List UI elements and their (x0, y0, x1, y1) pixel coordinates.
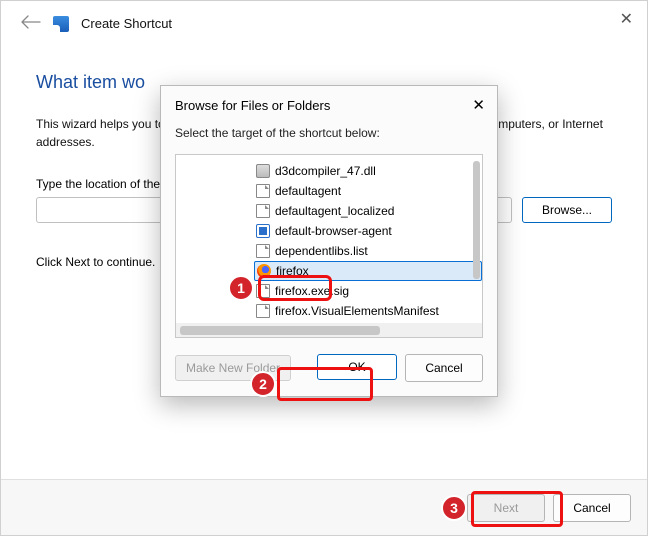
shortcut-icon (53, 16, 69, 32)
file-row[interactable]: firefox.VisualElementsManifest (256, 301, 482, 321)
file-row[interactable]: defaultagent (256, 181, 482, 201)
file-tree: d3dcompiler_47.dll defaultagent defaultage… (175, 154, 483, 338)
file-row[interactable]: dependentlibs.list (256, 241, 482, 261)
wizard-title: Create Shortcut (81, 16, 172, 31)
dialog-title: Browse for Files or Folders (175, 98, 330, 113)
file-name: default-browser-agent (275, 224, 392, 238)
cancel-button[interactable]: Cancel (553, 494, 631, 522)
gear-icon (256, 164, 270, 178)
file-name: firefox.exe.sig (275, 284, 349, 298)
file-row[interactable]: firefox (254, 261, 482, 281)
file-row[interactable]: defaultagent_localized (256, 201, 482, 221)
file-row[interactable]: firefox.exe.sig (256, 281, 482, 301)
file-row[interactable]: default-browser-agent (256, 221, 482, 241)
doc-icon (256, 184, 270, 198)
doc-icon (256, 304, 270, 318)
dialog-cancel-button[interactable]: Cancel (405, 354, 483, 382)
doc-icon (256, 204, 270, 218)
wizard-footer: Next Cancel (1, 479, 647, 535)
close-icon[interactable]: ✕ (620, 9, 633, 29)
horizontal-scrollbar-track[interactable] (176, 323, 482, 337)
doc-icon (256, 284, 270, 298)
next-button[interactable]: Next (467, 494, 545, 522)
file-name: firefox.VisualElementsManifest (275, 304, 439, 318)
make-new-folder-button[interactable]: Make New Folder (175, 355, 291, 381)
file-name: firefox (276, 264, 309, 278)
dialog-subtitle: Select the target of the shortcut below: (161, 122, 497, 150)
vertical-scrollbar[interactable] (473, 161, 480, 279)
file-name: defaultagent_localized (275, 204, 394, 218)
file-name: d3dcompiler_47.dll (275, 164, 376, 178)
app-icon (256, 224, 270, 238)
file-name: defaultagent (275, 184, 341, 198)
browse-button[interactable]: Browse... (522, 197, 612, 223)
back-arrow-icon[interactable] (21, 15, 41, 32)
firefox-icon (257, 264, 271, 278)
doc-icon (256, 244, 270, 258)
file-name: dependentlibs.list (275, 244, 368, 258)
dialog-close-icon[interactable]: ✕ (472, 96, 485, 114)
file-row[interactable]: d3dcompiler_47.dll (256, 161, 482, 181)
ok-button[interactable]: OK (317, 354, 397, 380)
horizontal-scrollbar-thumb[interactable] (180, 326, 380, 335)
browse-dialog: Browse for Files or Folders ✕ Select the… (160, 85, 498, 397)
